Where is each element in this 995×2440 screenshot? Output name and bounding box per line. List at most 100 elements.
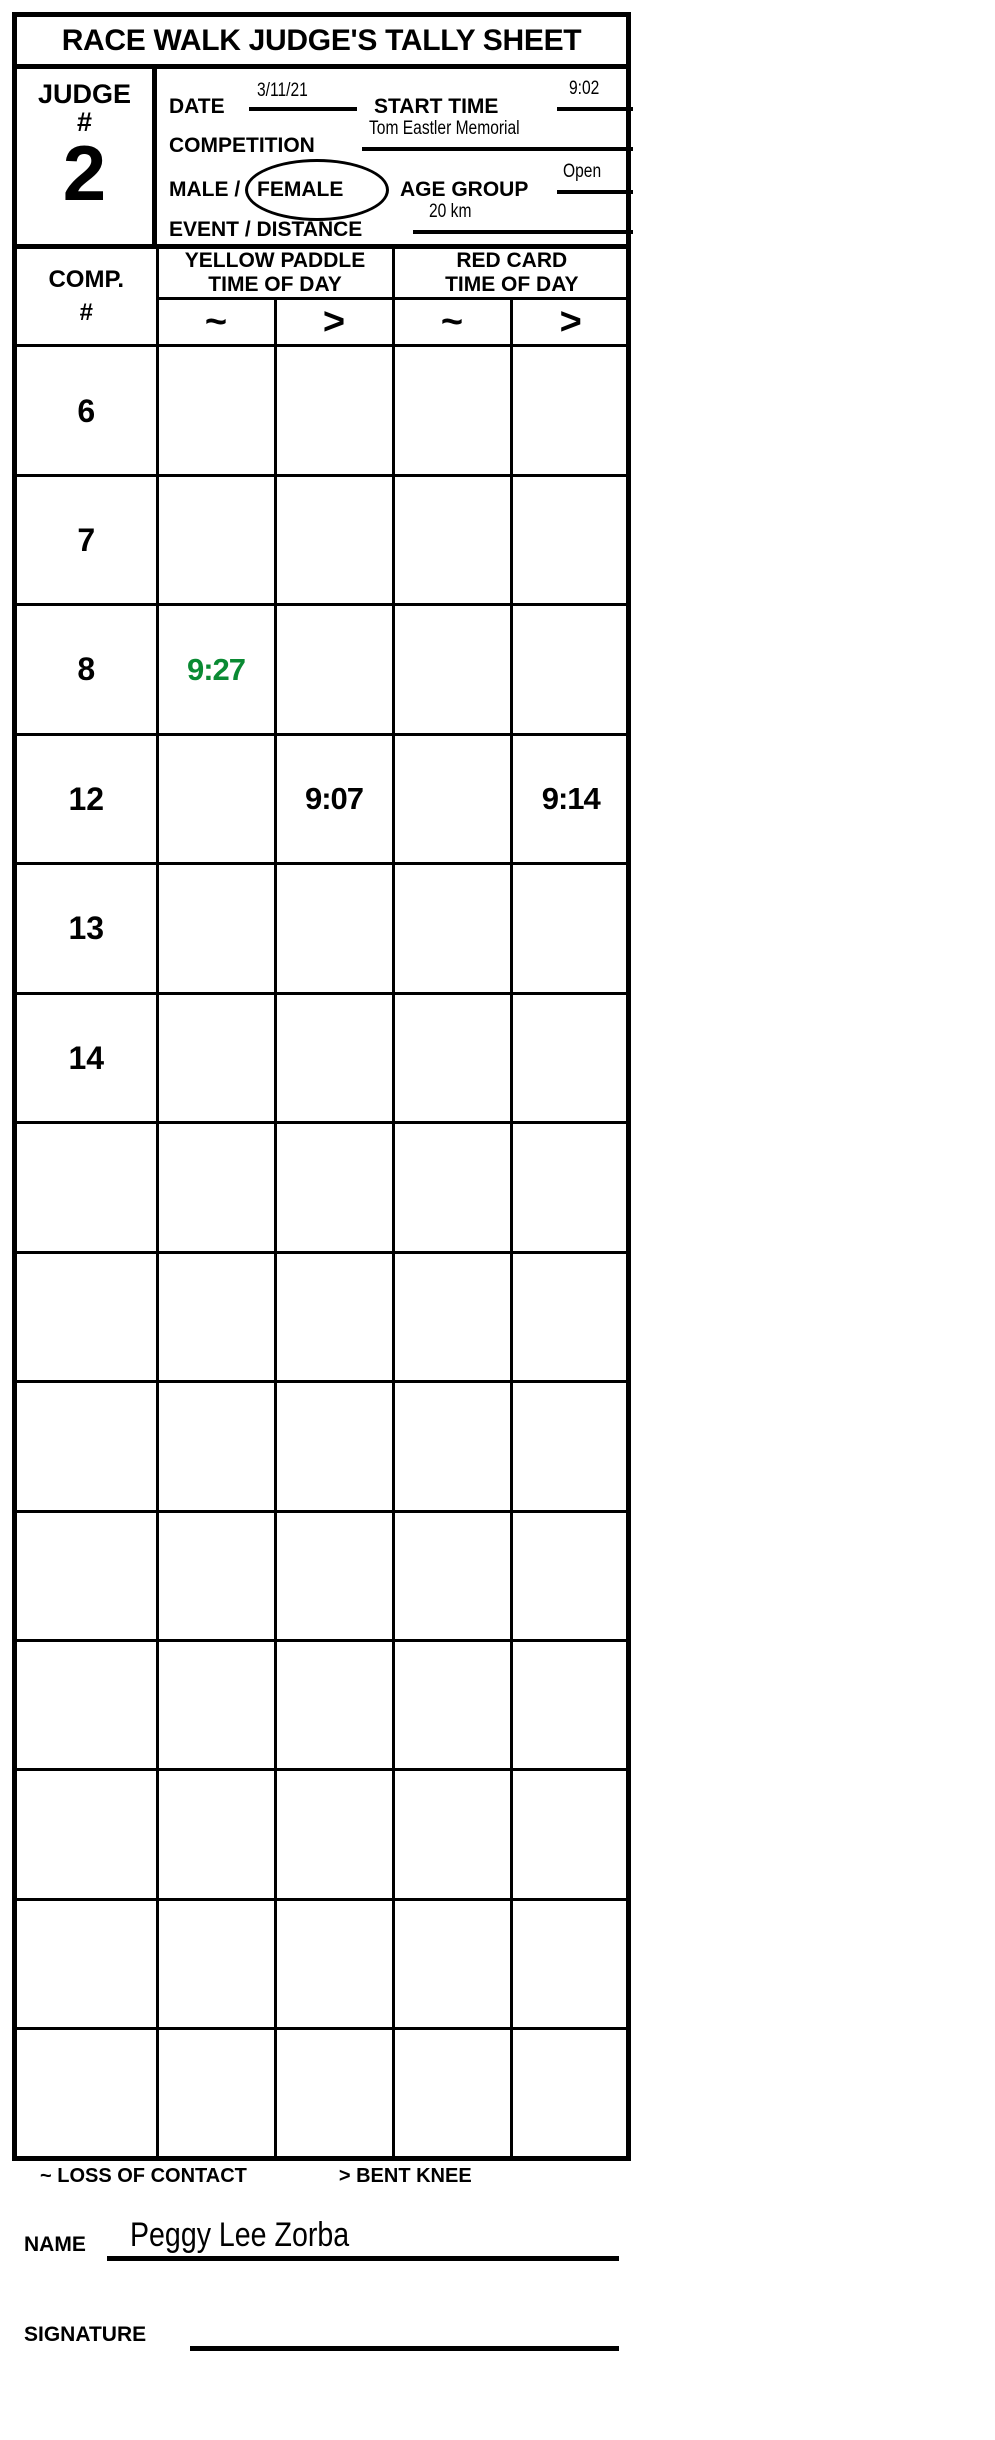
yellow-paddle-bent-knee-cell[interactable] [273,1768,395,1901]
yellow-paddle-bent-knee-cell[interactable] [273,2027,395,2156]
red-card-loss-of-contact-cell[interactable] [391,1380,513,1513]
sheet-title-box: RACE WALK JUDGE'S TALLY SHEET [12,12,631,69]
competition-value[interactable]: Tom Eastler Memorial [369,119,520,138]
red-card-loss-of-contact-cell[interactable] [391,1509,513,1642]
competition-label: COMPETITION [169,134,315,157]
comp-number-cell[interactable] [17,2027,159,2156]
yellow-paddle-bent-knee-cell[interactable] [273,1509,395,1642]
red-card-bent-knee-cell[interactable]: 9:14 [509,732,630,866]
time-of-day-value: 9:07 [304,781,364,817]
yellow-paddle-loss-of-contact-cell[interactable] [155,1768,277,1901]
comp-number-cell[interactable] [17,1250,159,1384]
red-card-loss-of-contact-cell[interactable] [391,344,513,477]
yellow-paddle-loss-of-contact-cell[interactable] [155,1638,277,1772]
red-card-loss-of-contact-cell[interactable] [391,2027,513,2156]
comp-number-cell[interactable]: 6 [17,344,159,477]
red-card-loss-of-contact-cell[interactable] [391,1638,513,1772]
red-card-bent-knee-cell[interactable] [509,1768,630,1901]
yellow-paddle-bent-knee-cell[interactable]: 9:07 [273,732,395,866]
yellow-paddle-bent-knee-cell[interactable] [273,344,395,477]
comp-number-cell[interactable] [17,1768,159,1901]
red-card-bent-knee-cell[interactable] [509,603,630,736]
table-header-row: COMP. # YELLOW PADDLE TIME OF DAY RED CA… [17,249,630,348]
name-row: NAME Peggy Lee Zorba [12,2212,631,2266]
judge-number-value: 2 [62,128,107,217]
yellow-paddle-loss-of-contact-cell[interactable] [155,344,277,477]
yellow-paddle-loss-of-contact-cell[interactable] [155,473,277,607]
yellow-paddle-bent-knee-cell[interactable] [273,862,395,995]
comp-number-cell[interactable] [17,1380,159,1513]
yellow-paddle-bent-knee-cell[interactable] [273,991,395,1125]
red-card-loss-of-contact-cell[interactable] [391,473,513,607]
red-card-bent-knee-cell[interactable] [509,1897,630,2031]
comp-number-value: 8 [77,651,96,688]
yellow-paddle-loss-of-contact-cell[interactable] [155,862,277,995]
yellow-paddle-loss-of-contact-cell[interactable] [155,2027,277,2156]
tilde-icon: ~ [204,301,228,344]
red-card-loss-of-contact-cell[interactable] [391,1121,513,1254]
yellow-paddle-loss-of-contact-cell[interactable] [155,1509,277,1642]
red-card-loss-of-contact-cell[interactable] [391,1897,513,2031]
age-group-value[interactable]: Open [563,162,601,181]
yellow-paddle-loss-of-contact-cell[interactable] [155,1380,277,1513]
yellow-paddle-loss-of-contact-cell[interactable]: 9:27 [155,603,277,736]
yellow-paddle-bent-knee-cell[interactable] [273,473,395,607]
date-value[interactable]: 3/11/21 [257,81,308,100]
red-card-bent-knee-cell[interactable] [509,991,630,1125]
time-of-day-value: 9:27 [186,651,246,687]
yellow-paddle-loss-of-contact-cell[interactable] [155,991,277,1125]
comp-number-cell[interactable] [17,1509,159,1642]
yellow-tilde-symbol-header: ~ [157,297,277,348]
competition-rule [362,147,633,151]
name-value[interactable]: Peggy Lee Zorba [130,2218,349,2252]
red-card-bent-knee-cell[interactable] [509,862,630,995]
comp-number-cell[interactable] [17,1638,159,1772]
comp-number-cell[interactable]: 14 [17,991,159,1125]
comp-number-cell[interactable] [17,1121,159,1254]
red-card-loss-of-contact-cell[interactable] [391,991,513,1125]
yellow-paddle-loss-of-contact-cell[interactable] [155,732,277,866]
red-card-loss-of-contact-cell[interactable] [391,603,513,736]
yellow-paddle-bent-knee-cell[interactable] [273,1897,395,2031]
signature-label: SIGNATURE [24,2323,147,2346]
female-label[interactable]: FEMALE [257,179,343,200]
yellow-paddle-bent-knee-cell[interactable] [273,1638,395,1772]
red-card-bent-knee-cell[interactable] [509,1380,630,1513]
yellow-paddle-loss-of-contact-cell[interactable] [155,1250,277,1384]
yellow-paddle-bent-knee-cell[interactable] [273,1380,395,1513]
yellow-paddle-bent-knee-cell[interactable] [273,1121,395,1254]
legend-bent-knee: > BENT KNEE [338,2165,472,2187]
red-card-loss-of-contact-cell[interactable] [391,732,513,866]
red-card-bent-knee-cell[interactable] [509,344,630,477]
red-card-bent-knee-cell[interactable] [509,2027,630,2156]
comp-header-line2: # [79,298,93,326]
yellow-paddle-bent-knee-cell[interactable] [273,603,395,736]
table-row: >12 9:07 9:14 [17,732,630,866]
yellow-paddle-loss-of-contact-cell[interactable] [155,1897,277,2031]
comp-number-cell[interactable]: >12 [17,732,159,866]
comp-number-cell[interactable]: 8 [17,603,159,736]
male-label[interactable]: MALE / [169,179,240,200]
red-card-bent-knee-cell[interactable] [509,1250,630,1384]
comp-number-cell[interactable]: 13 [17,862,159,995]
red-card-loss-of-contact-cell[interactable] [391,1768,513,1901]
judge-number-cell: JUDGE # 2 [17,69,157,244]
red-card-bent-knee-cell[interactable] [509,1638,630,1772]
start-time-label: START TIME [374,95,499,118]
red-card-loss-of-contact-cell[interactable] [391,1250,513,1384]
red-card-bent-knee-cell[interactable] [509,473,630,607]
yellow-paddle-bent-knee-cell[interactable] [273,1250,395,1384]
comp-number-cell[interactable]: 7 [17,473,159,607]
yellow-paddle-loss-of-contact-cell[interactable] [155,1121,277,1254]
table-row: 6 [17,344,630,477]
header-fields: DATE 3/11/21 START TIME 9:02 COMPETITION… [157,69,633,244]
date-rule [249,107,357,111]
red-card-loss-of-contact-cell[interactable] [391,862,513,995]
red-card-bent-knee-cell[interactable] [509,1509,630,1642]
event-distance-value[interactable]: 20 km [429,202,471,221]
table-row [17,2027,630,2156]
red-card-group-header: RED CARD TIME OF DAY [391,249,630,301]
red-card-bent-knee-cell[interactable] [509,1121,630,1254]
start-time-value[interactable]: 9:02 [569,79,599,98]
comp-number-cell[interactable] [17,1897,159,2031]
